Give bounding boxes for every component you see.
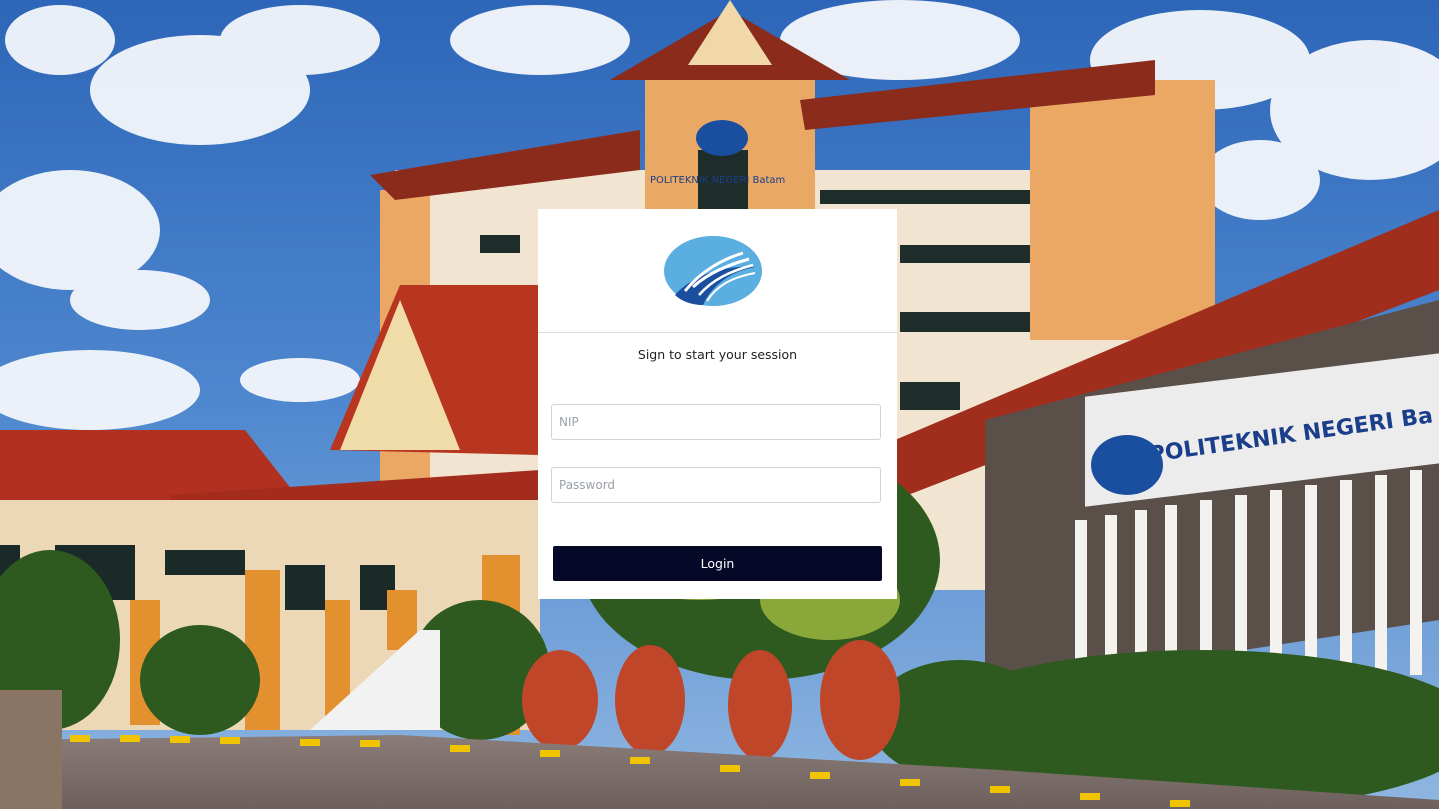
session-message: Sign to start your session [637, 347, 798, 362]
nip-input[interactable] [551, 404, 881, 440]
login-button[interactable]: Login [553, 546, 882, 581]
logo-area [538, 209, 897, 333]
login-card: Sign to start your session Login [538, 209, 897, 599]
svg-text:POLITEKNIK NEGERI Batam: POLITEKNIK NEGERI Batam [650, 175, 785, 186]
password-input[interactable] [551, 467, 881, 503]
politeknik-logo-icon [663, 235, 762, 306]
